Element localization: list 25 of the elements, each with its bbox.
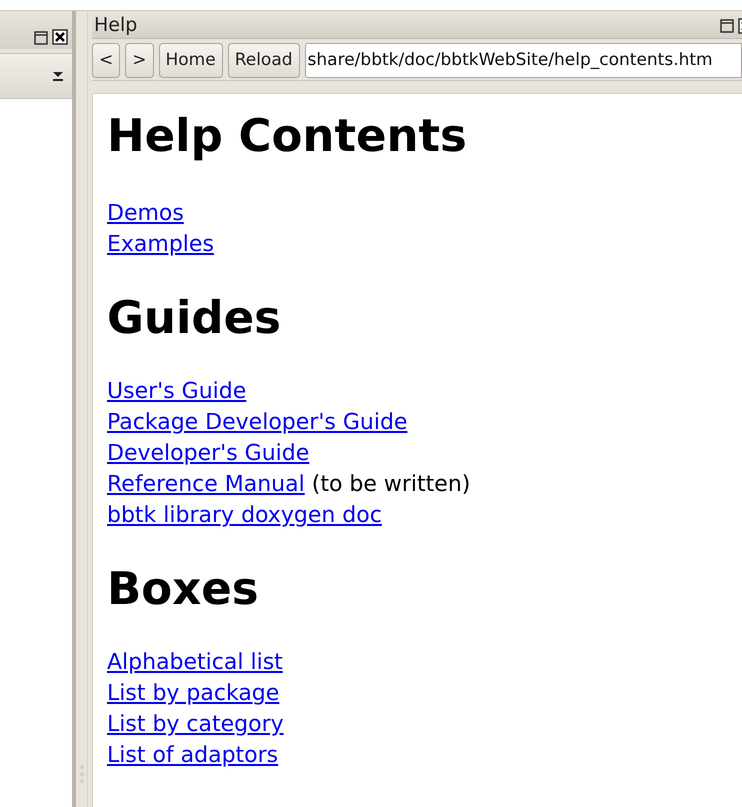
close-icon[interactable]: [52, 29, 68, 45]
toolbar-button[interactable]: >: [125, 43, 154, 78]
link[interactable]: Demos: [107, 201, 184, 226]
panel-title: Help: [93, 13, 138, 38]
link[interactable]: List by category: [107, 712, 284, 737]
toolbar-button[interactable]: <: [92, 43, 120, 78]
link[interactable]: bbtk library doxygen doc: [107, 503, 382, 528]
link[interactable]: User's Guide: [107, 379, 246, 404]
dropdown-icon[interactable]: [52, 71, 64, 81]
maximize-icon[interactable]: [720, 18, 734, 32]
section-heading: Help Contents: [107, 108, 468, 164]
section-heading: Boxes: [107, 561, 260, 617]
link[interactable]: Examples: [107, 232, 214, 257]
link[interactable]: Reference Manual: [107, 472, 305, 497]
link[interactable]: List of adaptors: [107, 743, 278, 768]
toolbar-button[interactable]: Home: [158, 43, 223, 78]
toolbar-button[interactable]: Reload: [228, 43, 300, 78]
url-field[interactable]: share/bbtk/doc/bbtkWebSite/help_contents.htm: [304, 43, 742, 78]
section-heading: Guides: [107, 290, 282, 346]
note-text: (to be written): [312, 472, 470, 497]
link[interactable]: Developer's Guide: [107, 441, 310, 466]
link[interactable]: Alphabetical list: [107, 650, 283, 675]
link[interactable]: Package Developer's Guide: [107, 410, 408, 435]
maximize-icon[interactable]: [34, 31, 48, 45]
link[interactable]: List by package: [107, 681, 280, 706]
